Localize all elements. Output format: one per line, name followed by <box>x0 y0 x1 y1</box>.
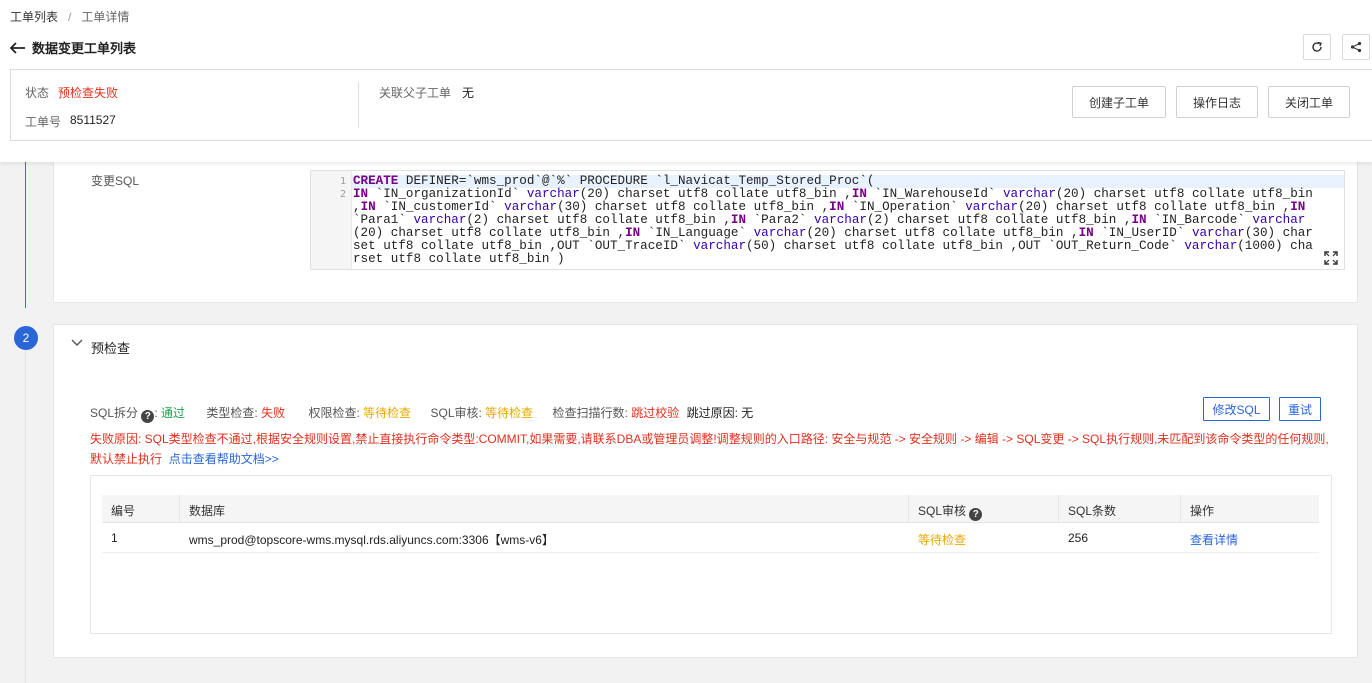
check-value: 等待检查 <box>363 406 412 420</box>
sql-type: varchar <box>504 200 558 214</box>
order-no-value: 8511527 <box>70 113 116 127</box>
order-no-label: 工单号 <box>25 115 62 129</box>
check-sql-audit: SQL审核: 等待检查 <box>430 406 534 420</box>
chevron-down-icon <box>71 339 83 346</box>
check-label: SQL审核 <box>430 406 479 420</box>
refresh-icon <box>1312 41 1322 52</box>
col-divider <box>179 495 180 522</box>
view-detail-link[interactable]: 查看详情 <box>1190 531 1238 548</box>
check-type: 类型检查: 失败 <box>206 406 286 420</box>
related-orders-label: 关联父子工单 <box>379 86 452 100</box>
sql-code: CREATE DEFINER=`wms_prod`@`%` PROCEDURE … <box>353 175 1316 266</box>
skip-reason-label: 跳过原因: <box>686 406 738 420</box>
order-info-box: 状态 预检查失败 工单号 8511527 关联父子工单 无 <box>10 69 1372 141</box>
sql-type: varchar <box>814 213 867 227</box>
divider <box>358 82 359 128</box>
arrow-left-icon <box>10 41 25 54</box>
sql-keyword: CREATE <box>353 174 399 188</box>
back-link[interactable]: 数据变更工单列表 <box>10 38 136 57</box>
sql-keyword: IN <box>1290 200 1306 214</box>
sql-line-2: IN `IN_organizationId` varchar(20) chars… <box>353 187 1321 266</box>
sql-type: varchar <box>965 200 1019 214</box>
check-sql-split: SQL拆分 ?: 通过 <box>90 406 186 423</box>
breadcrumb-item-detail: 工单详情 <box>81 10 130 24</box>
col-header-audit: SQL审核 ? <box>918 502 983 521</box>
check-scan-rows: 检查扫描行数: 跳过校验 <box>552 406 680 420</box>
col-header-op: 操作 <box>1190 504 1215 518</box>
line-number: 1 <box>339 176 346 187</box>
check-value: 等待检查 <box>485 406 534 420</box>
refresh-button[interactable] <box>1303 34 1331 60</box>
breadcrumb-separator: / <box>68 10 72 24</box>
sql-type: varchar <box>1191 226 1245 240</box>
table-header: 编号 数据库 SQL审核 ? SQL条数 操作 <box>102 495 1319 523</box>
sql-type: varchar <box>1252 213 1306 227</box>
sql-keyword: IN <box>730 213 747 227</box>
col-header-db: 数据库 <box>189 504 226 518</box>
sql-type: varchar <box>413 213 467 227</box>
breadcrumb: 工单列表 / 工单详情 <box>10 8 129 25</box>
col-divider <box>908 495 909 522</box>
page-header: 工单列表 / 工单详情 数据变更工单列表 状态 预检查失败 工单号 8511527 … <box>0 0 1372 162</box>
precheck-header[interactable]: 预检查 <box>53 324 1358 368</box>
check-status-row: SQL拆分 ?: 通过 类型检查: 失败 权限检查: 等待检查 SQL审核: 等… <box>90 404 753 423</box>
cell-db: wms_prod@topscore-wms.mysql.rds.aliyuncs… <box>189 533 554 547</box>
sql-keyword: IN <box>625 226 641 240</box>
create-child-order-button[interactable]: 创建子工单 <box>1072 86 1166 118</box>
timeline-line-active <box>25 162 26 308</box>
col-header-audit-text: SQL审核 <box>918 504 967 518</box>
retry-button[interactable]: 重试 <box>1279 397 1321 421</box>
related-orders-value: 无 <box>462 86 475 100</box>
modify-sql-button[interactable]: 修改SQL <box>1203 397 1270 421</box>
cell-audit-status: 等待检查 <box>918 533 967 547</box>
cell-no: 1 <box>111 531 118 545</box>
check-value: 通过 <box>161 406 186 420</box>
sql-type: varchar <box>693 239 746 253</box>
cell-count: 256 <box>1068 531 1089 545</box>
check-permission: 权限检查: 等待检查 <box>308 406 412 420</box>
sql-type: varchar <box>753 226 807 240</box>
col-header-no: 编号 <box>111 504 136 518</box>
fail-reason: 失败原因: SQL类型检查不通过,根据安全规则设置,禁止直接执行命令类型:COM… <box>90 429 1335 469</box>
check-label: 权限检查 <box>308 406 357 420</box>
sql-keyword: IN <box>851 187 867 201</box>
col-header-count: SQL条数 <box>1068 504 1117 518</box>
check-value: 失败 <box>261 406 286 420</box>
breadcrumb-item-list[interactable]: 工单列表 <box>10 10 58 24</box>
col-divider <box>1180 495 1181 522</box>
sql-type: varchar <box>1003 187 1056 201</box>
sql-type: varchar <box>526 187 580 201</box>
status-label: 状态 <box>25 86 50 100</box>
share-button[interactable] <box>1342 34 1370 60</box>
fullscreen-icon[interactable] <box>1324 251 1338 265</box>
timeline-line <box>25 350 26 683</box>
check-label: 检查扫描行数 <box>552 406 625 420</box>
help-icon[interactable]: ? <box>141 410 155 423</box>
sql-type: varchar <box>1184 239 1238 253</box>
line-gutter: 1 2 <box>311 171 352 269</box>
page-title: 数据变更工单列表 <box>32 41 137 56</box>
line-number: 2 <box>339 189 346 200</box>
share-icon <box>1350 41 1362 53</box>
sql-keyword: IN <box>360 200 376 214</box>
sql-keyword: IN <box>1131 213 1147 227</box>
table-row: 1 wms_prod@topscore-wms.mysql.rds.aliyun… <box>102 523 1319 553</box>
close-order-button[interactable]: 关闭工单 <box>1268 86 1350 118</box>
sql-keyword: IN <box>353 187 369 201</box>
precheck-title: 预检查 <box>91 341 131 356</box>
sql-editor[interactable]: 1 2 CREATE DEFINER=`wms_prod`@`%` PROCED… <box>310 170 1345 270</box>
col-divider <box>1058 495 1059 522</box>
help-doc-link[interactable]: 点击查看帮助文档>> <box>169 452 279 466</box>
check-label: SQL拆分 <box>90 406 139 420</box>
check-label: 类型检查 <box>206 406 255 420</box>
sql-keyword: IN <box>1078 226 1094 240</box>
skip-reason-value: 无 <box>741 406 754 420</box>
status-value: 预检查失败 <box>58 86 119 100</box>
check-value: 跳过校验 <box>631 406 680 420</box>
change-sql-label: 变更SQL <box>91 174 140 188</box>
operation-log-button[interactable]: 操作日志 <box>1176 86 1258 118</box>
help-icon[interactable]: ? <box>969 508 983 521</box>
sql-keyword: IN <box>829 200 845 214</box>
step-badge: 2 <box>14 326 38 350</box>
